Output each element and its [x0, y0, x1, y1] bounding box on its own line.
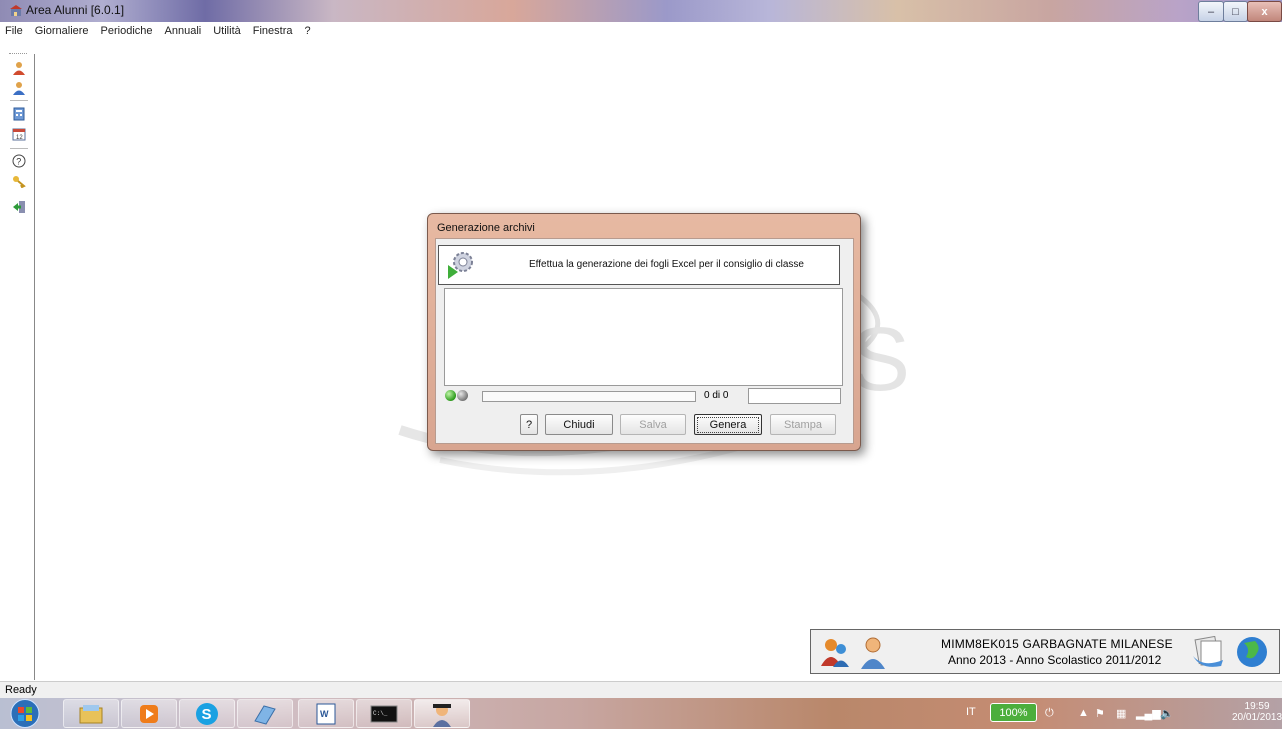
- status-led-gray: [457, 390, 468, 401]
- menu-file[interactable]: File: [0, 25, 29, 37]
- log-output-area[interactable]: [444, 288, 843, 386]
- help-button[interactable]: ?: [520, 414, 538, 435]
- progress-bar: [482, 391, 696, 402]
- user-icon[interactable]: [12, 61, 26, 75]
- school-code-name: MIMM8EK015 GARBAGNATE MILANESE: [941, 637, 1173, 651]
- dialog-header-panel: Effettua la generazione dei fogli Excel …: [438, 245, 840, 285]
- title-bar[interactable]: Area Alunni [6.0.1] – □ x: [0, 0, 1282, 22]
- save-button[interactable]: Salva: [620, 414, 686, 435]
- network-icon[interactable]: ▦: [1116, 707, 1126, 720]
- taskbar-notepad[interactable]: [237, 699, 293, 728]
- documents-icon[interactable]: [1191, 636, 1227, 668]
- generazione-archivi-dialog: Generazione archivi Effettua la generazi…: [427, 213, 861, 451]
- command-prompt-icon: C:\_: [370, 705, 398, 722]
- minimize-button[interactable]: –: [1198, 1, 1224, 22]
- toolbar-separator: [10, 100, 28, 101]
- svg-text:?: ?: [16, 157, 21, 167]
- user-add-icon[interactable]: [12, 81, 26, 95]
- taskbar-skype[interactable]: S: [179, 699, 235, 728]
- word-icon: W: [316, 703, 336, 724]
- taskbar-file-explorer[interactable]: [63, 699, 119, 728]
- tray-language[interactable]: IT: [966, 706, 976, 718]
- dialog-title: Generazione archivi: [437, 222, 535, 234]
- globe-icon[interactable]: [1235, 635, 1269, 669]
- status-text: Ready: [5, 684, 37, 696]
- user-profile-icon[interactable]: [859, 635, 887, 669]
- status-bar: Ready: [0, 681, 1282, 699]
- taskbar: S W C:\_ IT 100% ⏻ ▲ ⚑ ▦ ▂▄▆ 🔈 19:59 20/…: [0, 698, 1282, 729]
- help-icon[interactable]: ?: [12, 154, 26, 168]
- taskbar-media-player[interactable]: [121, 699, 177, 728]
- status-led-green: [445, 390, 456, 401]
- exit-icon[interactable]: [12, 200, 26, 214]
- clock-date: 20/01/2013: [1232, 712, 1282, 723]
- school-info-panel: MIMM8EK015 GARBAGNATE MILANESE Anno 2013…: [810, 629, 1280, 674]
- app-icon: [10, 5, 22, 16]
- progress-detail-field: [748, 388, 841, 404]
- skype-icon: S: [196, 702, 218, 725]
- print-button[interactable]: Stampa: [770, 414, 836, 435]
- svg-text:C:\_: C:\_: [373, 710, 388, 717]
- svg-text:S: S: [202, 706, 212, 723]
- menu-annuali[interactable]: Annuali: [159, 25, 208, 37]
- svg-text:12: 12: [16, 135, 23, 141]
- taskbar-area-alunni[interactable]: [414, 699, 470, 728]
- taskbar-word[interactable]: W: [298, 699, 354, 728]
- window-title: Area Alunni [6.0.1]: [26, 3, 125, 17]
- signal-icon[interactable]: ▂▄▆: [1136, 707, 1161, 720]
- gear-icon: [448, 252, 473, 279]
- close-dialog-button[interactable]: Chiudi: [545, 414, 613, 435]
- toolbar-separator: [10, 148, 28, 149]
- dialog-header-text: Effettua la generazione dei fogli Excel …: [529, 259, 804, 270]
- calendar-icon[interactable]: 12: [12, 127, 26, 141]
- svg-text:W: W: [320, 709, 329, 719]
- key-icon[interactable]: [12, 174, 26, 188]
- action-center-flag-icon[interactable]: ⚑: [1095, 707, 1105, 720]
- vertical-toolbar: 12 ?: [6, 52, 32, 232]
- show-hidden-icons-icon[interactable]: ▲: [1078, 707, 1089, 719]
- generate-button[interactable]: Genera: [694, 414, 762, 435]
- media-player-icon: [140, 704, 158, 723]
- close-button[interactable]: x: [1247, 1, 1282, 22]
- power-plug-icon[interactable]: ⏻: [1045, 707, 1054, 720]
- menu-periodiche[interactable]: Periodiche: [95, 25, 159, 37]
- progress-counter: 0 di 0: [704, 390, 729, 401]
- tray-battery[interactable]: 100%: [990, 703, 1037, 722]
- menu-giornaliere[interactable]: Giornaliere: [29, 25, 95, 37]
- area-alunni-icon: [433, 703, 451, 727]
- taskbar-command-prompt[interactable]: C:\_: [356, 699, 412, 728]
- menu-bar: File Giornaliere Periodiche Annuali Util…: [0, 22, 1282, 40]
- school-year: Anno 2013 - Anno Scolastico 2011/2012: [948, 653, 1162, 667]
- tray-clock[interactable]: 19:59 20/01/2013: [1232, 701, 1282, 723]
- menu-utilita[interactable]: Utilità: [207, 25, 247, 37]
- notepad-icon: [254, 704, 276, 725]
- start-orb-icon[interactable]: [8, 698, 42, 729]
- file-explorer-icon: [79, 704, 103, 723]
- menu-help[interactable]: ?: [299, 25, 317, 37]
- menu-finestra[interactable]: Finestra: [247, 25, 299, 37]
- users-group-icon[interactable]: [819, 636, 849, 668]
- volume-icon[interactable]: 🔈: [1160, 707, 1174, 720]
- clock-time: 19:59: [1244, 701, 1270, 712]
- maximize-button[interactable]: □: [1223, 1, 1248, 22]
- generate-button-label: Genera: [696, 416, 760, 433]
- calculator-icon[interactable]: [12, 107, 26, 121]
